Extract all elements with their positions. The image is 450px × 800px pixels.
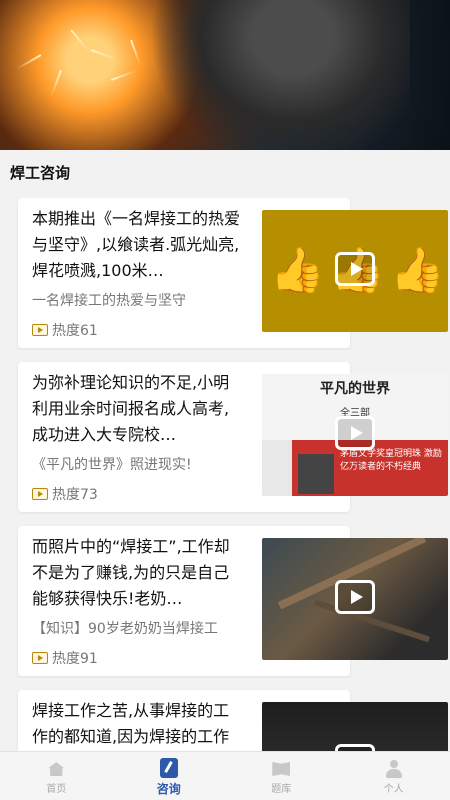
thumbs-up-icon: 👍	[270, 245, 325, 296]
play-icon[interactable]	[335, 252, 375, 286]
article-card[interactable]: 为弥补理论知识的不足,小明利用业余时间报名成人高考,成功进入大专院校… 《平凡的…	[18, 362, 448, 512]
spark	[130, 39, 142, 67]
book-title: 平凡的世界	[320, 381, 390, 397]
article-title[interactable]: 本期推出《一名焊接工的热爱与坚守》,以飨读者.弧光灿亮,焊花喷溅,100米…	[32, 206, 242, 284]
article-thumbnail[interactable]	[262, 538, 448, 660]
tab-label: 题库	[271, 784, 292, 795]
tab-profile[interactable]: 个人	[338, 752, 450, 800]
article-card[interactable]: 焊接工作之苦,从事焊接的工作的都知道,因为焊接的工作环境十分的恶劣,经…	[18, 690, 448, 751]
article-title[interactable]: 而照片中的“焊接工”,工作却不是为了赚钱,为的只是自己能够获得快乐!老奶…	[32, 534, 242, 612]
play-icon[interactable]	[335, 580, 375, 614]
tab-consult[interactable]: 咨询	[113, 752, 226, 800]
article-subtitle: 一名焊接工的热爱与坚守	[32, 293, 186, 309]
tab-label: 个人	[383, 784, 404, 795]
spark	[90, 49, 118, 61]
video-icon	[32, 652, 48, 664]
heat-label: 热度91	[52, 651, 98, 667]
tab-label: 咨询	[156, 782, 181, 796]
spark	[16, 54, 42, 70]
article-card[interactable]: 而照片中的“焊接工”,工作却不是为了赚钱,为的只是自己能够获得快乐!老奶… 【知…	[18, 526, 448, 676]
status-bar	[8, 4, 442, 20]
heat-label: 热度61	[52, 323, 98, 339]
heat-label: 热度73	[52, 487, 98, 503]
hero-banner	[0, 0, 450, 150]
play-icon[interactable]	[335, 416, 375, 450]
article-heat: 热度73	[32, 484, 98, 504]
spark	[50, 69, 62, 97]
user-icon	[384, 760, 404, 778]
tab-home[interactable]: 首页	[0, 752, 113, 800]
consult-icon	[159, 758, 179, 778]
article-title[interactable]: 为弥补理论知识的不足,小明利用业余时间报名成人高考,成功进入大专院校…	[32, 370, 242, 448]
tab-label: 首页	[46, 784, 67, 795]
article-heat: 热度61	[32, 320, 98, 340]
book-band-text: 茅盾文学奖皇冠明珠 激励亿万读者的不朽经典	[340, 449, 442, 472]
article-subtitle: 【知识】90岁老奶奶当焊接工	[32, 621, 218, 637]
spark	[110, 69, 138, 81]
book-icon	[271, 760, 291, 778]
article-card[interactable]: 本期推出《一名焊接工的热爱与坚守》,以飨读者.弧光灿亮,焊花喷溅,100米… 一…	[18, 198, 448, 348]
video-icon	[32, 324, 48, 336]
video-icon	[32, 488, 48, 500]
article-thumbnail[interactable]	[262, 702, 448, 751]
article-list[interactable]: 本期推出《一名焊接工的热爱与坚守》,以飨读者.弧光灿亮,焊花喷溅,100米… 一…	[0, 198, 450, 751]
article-heat: 热度91	[32, 648, 98, 668]
play-icon[interactable]	[335, 744, 375, 751]
home-icon	[46, 760, 66, 778]
section-title: 焊工咨询	[10, 164, 71, 182]
thumbs-up-icon: 👍	[390, 245, 445, 296]
article-thumbnail[interactable]: 平凡的世界 全三部 茅盾文学奖皇冠明珠 激励亿万读者的不朽经典	[262, 374, 448, 496]
tab-question-bank[interactable]: 题库	[225, 752, 338, 800]
article-title[interactable]: 焊接工作之苦,从事焊接的工作的都知道,因为焊接的工作环境十分的恶劣,经…	[32, 698, 242, 751]
spark	[70, 29, 90, 53]
author-photo	[298, 454, 334, 494]
bottom-tab-bar: 首页 咨询 题库 个人	[0, 751, 450, 800]
welder-figure	[150, 0, 410, 150]
article-thumbnail[interactable]: 👍 👍 👍	[262, 210, 448, 332]
article-subtitle: 《平凡的世界》照进现实!	[32, 457, 192, 473]
